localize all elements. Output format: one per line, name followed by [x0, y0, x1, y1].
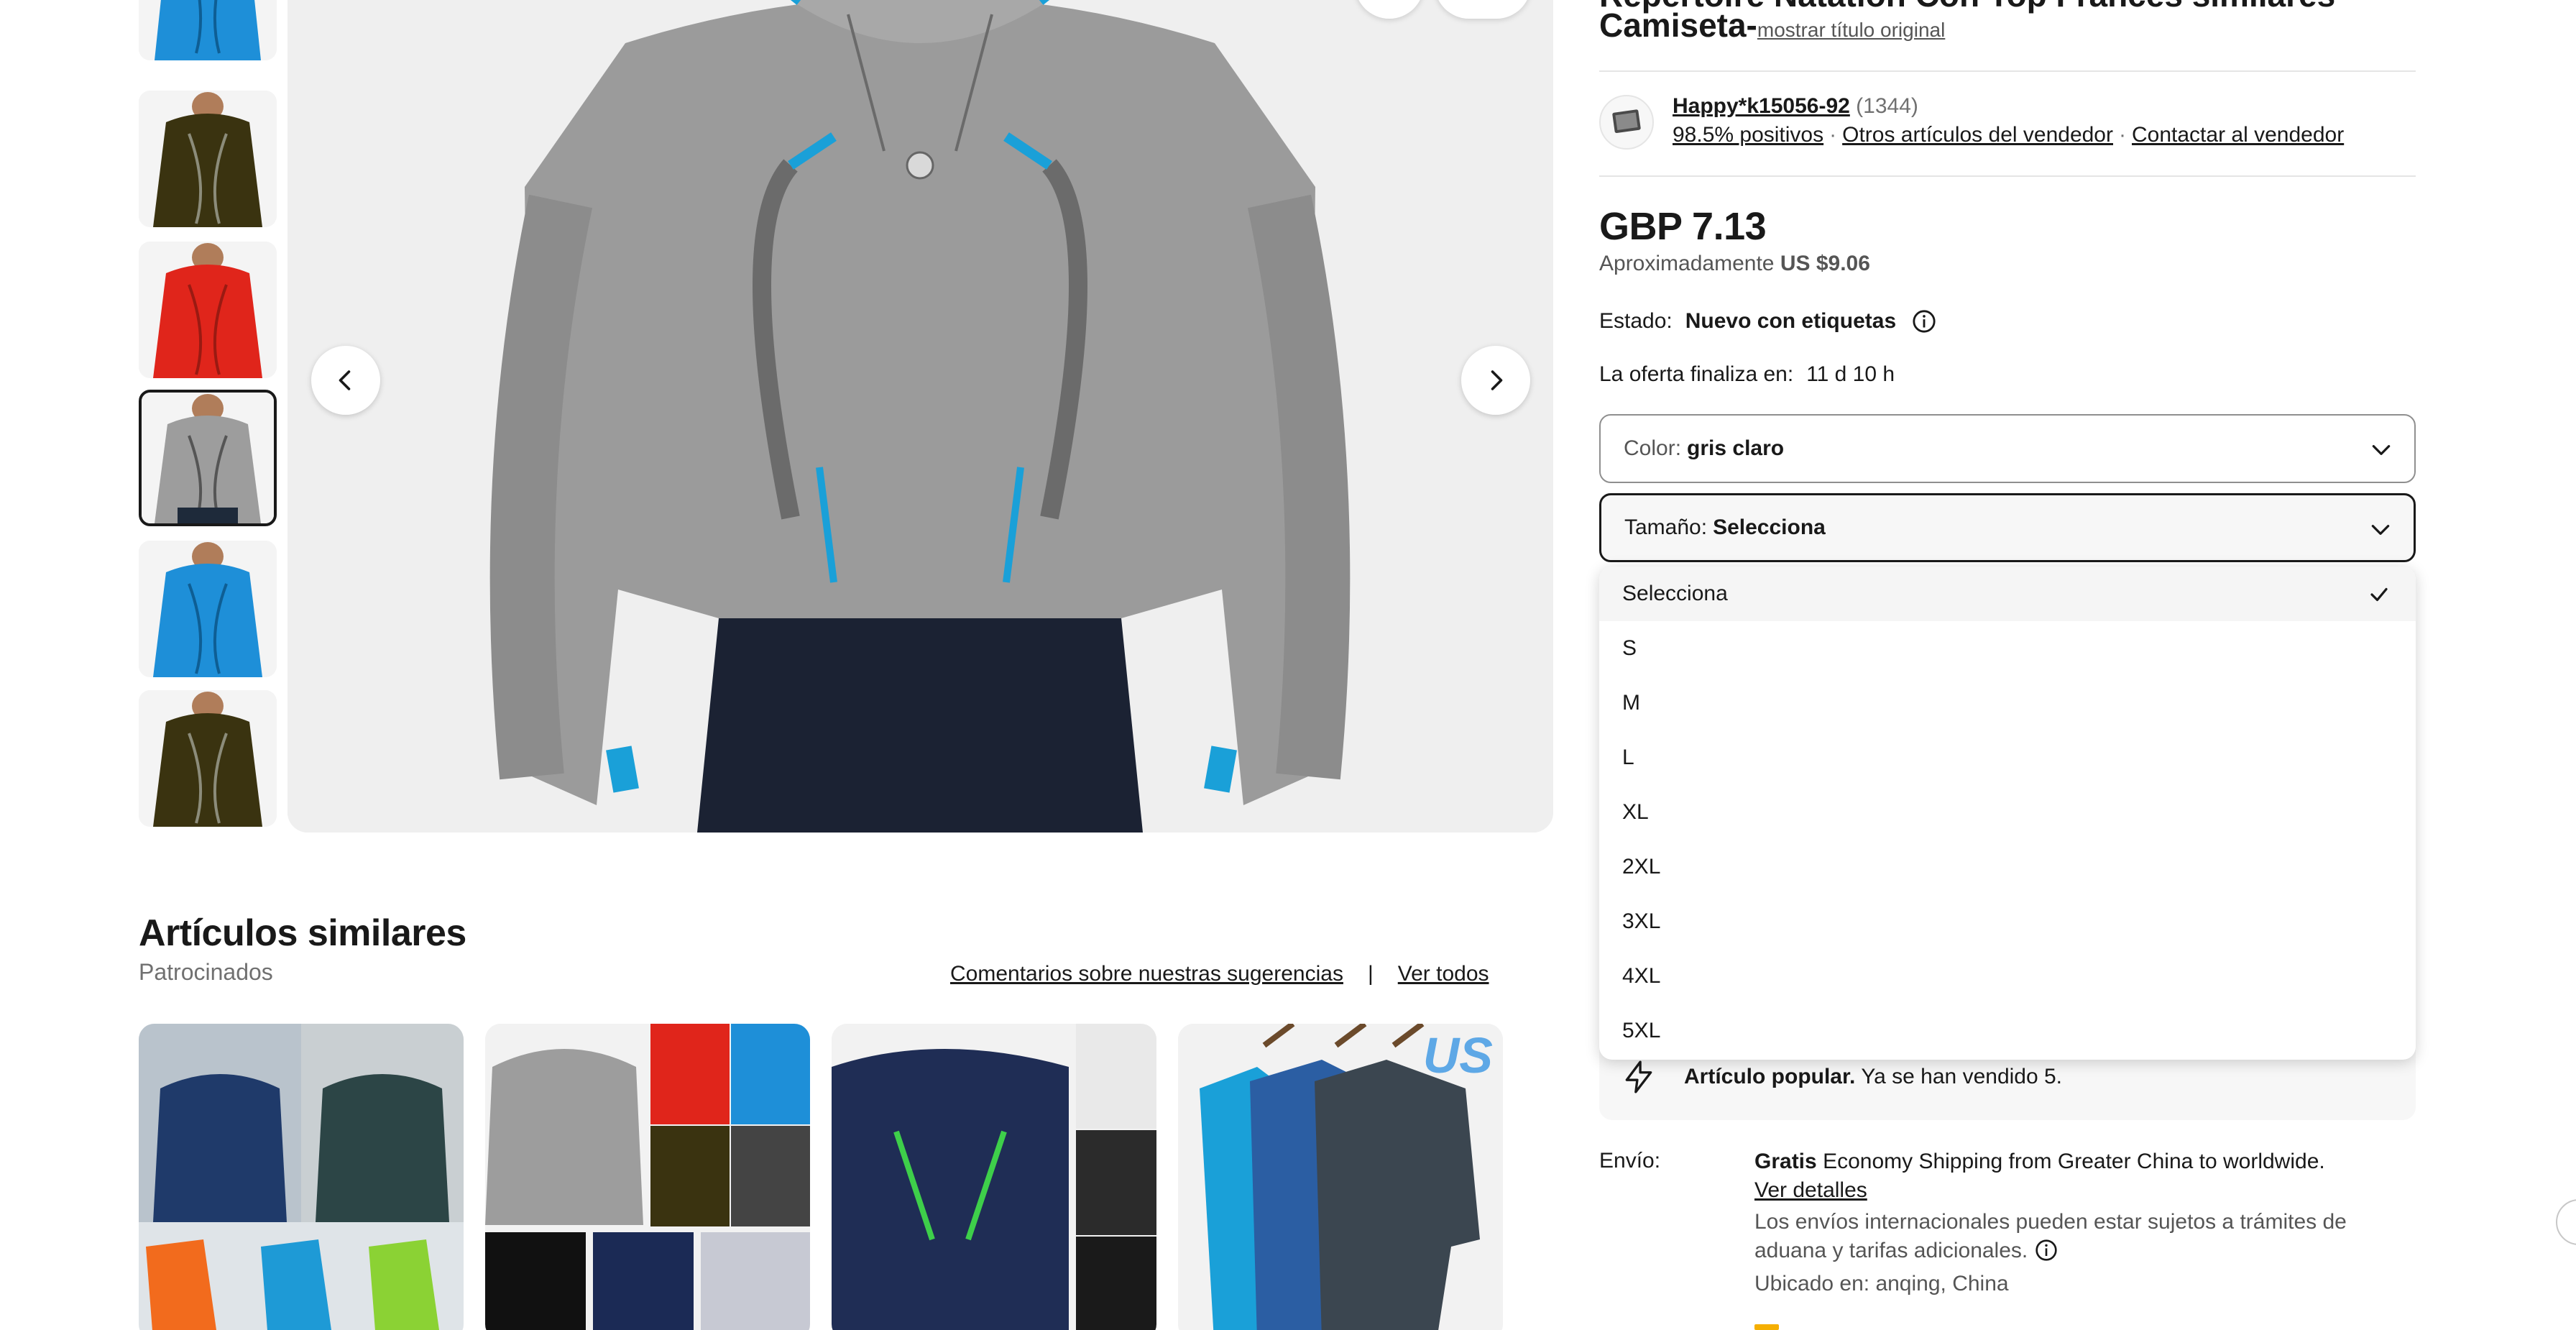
- checkmark-icon: [2370, 587, 2388, 602]
- similar-item-card[interactable]: US: [1178, 1024, 1503, 1330]
- seller-info: Happy*k15056-92 (1344) 98.5% positivos · O…: [1673, 92, 2344, 150]
- size-options-list: Selecciona S M L XL 2XL 3XL 4XL 5XL: [1599, 567, 2416, 1058]
- seller-other-items-link[interactable]: Otros artículos del vendedor: [1842, 123, 2113, 147]
- size-option[interactable]: L: [1599, 730, 2416, 785]
- feedback-link[interactable]: Comentarios sobre nuestras sugerencias: [950, 962, 1343, 986]
- shipping-free: Gratis: [1754, 1150, 1817, 1173]
- approx-value: US $9.06: [1780, 252, 1870, 275]
- color-select-label: Color:: [1624, 436, 1682, 460]
- size-option-label: Selecciona: [1622, 582, 1728, 605]
- size-option-label: 3XL: [1622, 909, 1661, 933]
- seller-feedback-count: (1344): [1856, 94, 1918, 118]
- size-select-value: Selecciona: [1713, 515, 1826, 539]
- offer-ends-value: 11 d 10 h: [1806, 362, 1895, 386]
- shipping-details-link[interactable]: Ver detalles: [1754, 1178, 1867, 1202]
- size-option-label: 4XL: [1622, 964, 1661, 988]
- color-select-value: gris claro: [1687, 436, 1785, 460]
- contact-seller-link[interactable]: Contactar al vendedor: [2132, 123, 2344, 147]
- see-all-link[interactable]: Ver todos: [1398, 962, 1489, 986]
- previous-image-button[interactable]: [311, 346, 380, 415]
- condition-row: Estado: Nuevo con etiquetas: [1599, 309, 1936, 334]
- dot-separator: ·: [2119, 123, 2126, 147]
- price: GBP 7.13: [1599, 205, 1767, 248]
- size-option-label: S: [1622, 636, 1637, 660]
- lightning-icon: [1625, 1060, 1652, 1093]
- similar-items-links: Comentarios sobre nuestras sugerencias |…: [950, 962, 1489, 986]
- thumbnail-olive[interactable]: [139, 91, 277, 227]
- thumbnail-grey-selected[interactable]: [139, 390, 277, 526]
- popular-text: Ya se han vendido 5.: [1861, 1065, 2063, 1088]
- store-photo-icon: [1612, 109, 1641, 134]
- size-option[interactable]: 5XL: [1599, 1004, 2416, 1058]
- approx-label: Aproximadamente: [1599, 252, 1775, 275]
- main-product-image[interactable]: [288, 0, 1553, 833]
- seller-name-link[interactable]: Happy*k15056-92: [1673, 94, 1850, 118]
- link-separator: |: [1367, 962, 1374, 986]
- thumbnail-blue-2[interactable]: [139, 541, 277, 677]
- size-option-label: 2XL: [1622, 855, 1661, 879]
- size-option[interactable]: Selecciona: [1599, 567, 2416, 621]
- condition-value: Nuevo con etiquetas: [1685, 309, 1897, 333]
- similar-item-card[interactable]: [485, 1024, 810, 1330]
- thumbnail-olive-2[interactable]: [139, 690, 277, 827]
- offer-ends-label: La oferta finaliza en:: [1599, 362, 1794, 386]
- next-image-button[interactable]: [1461, 346, 1530, 415]
- thumbnail-blue[interactable]: [139, 0, 277, 60]
- size-option-label: 5XL: [1622, 1019, 1661, 1042]
- seller-card: Happy*k15056-92 (1344) 98.5% positivos · O…: [1599, 92, 2344, 150]
- shipping-info: Gratis Economy Shipping from Greater Chi…: [1754, 1147, 2416, 1298]
- info-icon[interactable]: [1912, 309, 1936, 334]
- similar-items-heading: Artículos similares: [139, 912, 466, 954]
- size-option[interactable]: XL: [1599, 785, 2416, 840]
- color-select[interactable]: Color: gris claro: [1599, 414, 2416, 483]
- shipping-method: Economy Shipping from Greater China to w…: [1823, 1150, 2325, 1173]
- chevron-left-icon: [339, 370, 351, 390]
- item-location: Ubicado en: anqing, China: [1754, 1272, 2009, 1295]
- size-option-label: XL: [1622, 800, 1649, 824]
- dot-separator: ·: [1829, 123, 1837, 147]
- size-option-label: L: [1622, 746, 1634, 769]
- size-select[interactable]: Tamaño: Selecciona: [1599, 493, 2416, 562]
- chevron-right-icon: [1491, 370, 1503, 390]
- us-badge: US: [1422, 1027, 1493, 1083]
- popular-bold: Artículo popular.: [1684, 1065, 1856, 1088]
- size-dropdown-menu: Selecciona S M L XL 2XL 3XL 4XL 5XL: [1599, 567, 2416, 1060]
- shipping-badge: [1754, 1324, 1779, 1330]
- chevron-down-icon: [2372, 445, 2391, 455]
- divider: [1599, 175, 2416, 177]
- size-option[interactable]: M: [1599, 676, 2416, 730]
- feedback-tab-button[interactable]: [2556, 1199, 2576, 1245]
- similar-item-card[interactable]: [832, 1024, 1156, 1330]
- product-title: Camiseta-mostrar título original: [1599, 6, 1945, 45]
- thumbnail-red[interactable]: [139, 242, 277, 378]
- size-option[interactable]: S: [1599, 621, 2416, 676]
- similar-item-card[interactable]: [139, 1024, 464, 1330]
- size-option-label: M: [1622, 691, 1640, 715]
- size-select-label: Tamaño:: [1624, 515, 1708, 539]
- info-icon[interactable]: [2035, 1239, 2058, 1262]
- chevron-down-icon: [2371, 525, 2390, 535]
- divider: [1599, 70, 2416, 72]
- offer-ends-row: La oferta finaliza en: 11 d 10 h: [1599, 362, 1895, 387]
- size-option[interactable]: 2XL: [1599, 840, 2416, 894]
- product-title-text: Camiseta-: [1599, 6, 1757, 44]
- size-option[interactable]: 4XL: [1599, 949, 2416, 1004]
- size-option[interactable]: 3XL: [1599, 894, 2416, 949]
- condition-label: Estado:: [1599, 309, 1673, 333]
- approx-price: Aproximadamente US $9.06: [1599, 252, 1870, 276]
- sponsored-label: Patrocinados: [139, 959, 273, 985]
- seller-avatar[interactable]: [1599, 95, 1654, 150]
- show-original-title-link[interactable]: mostrar título original: [1757, 19, 1945, 41]
- shipping-label: Envío:: [1599, 1149, 1661, 1173]
- seller-positive-link[interactable]: 98.5% positivos: [1673, 123, 1823, 147]
